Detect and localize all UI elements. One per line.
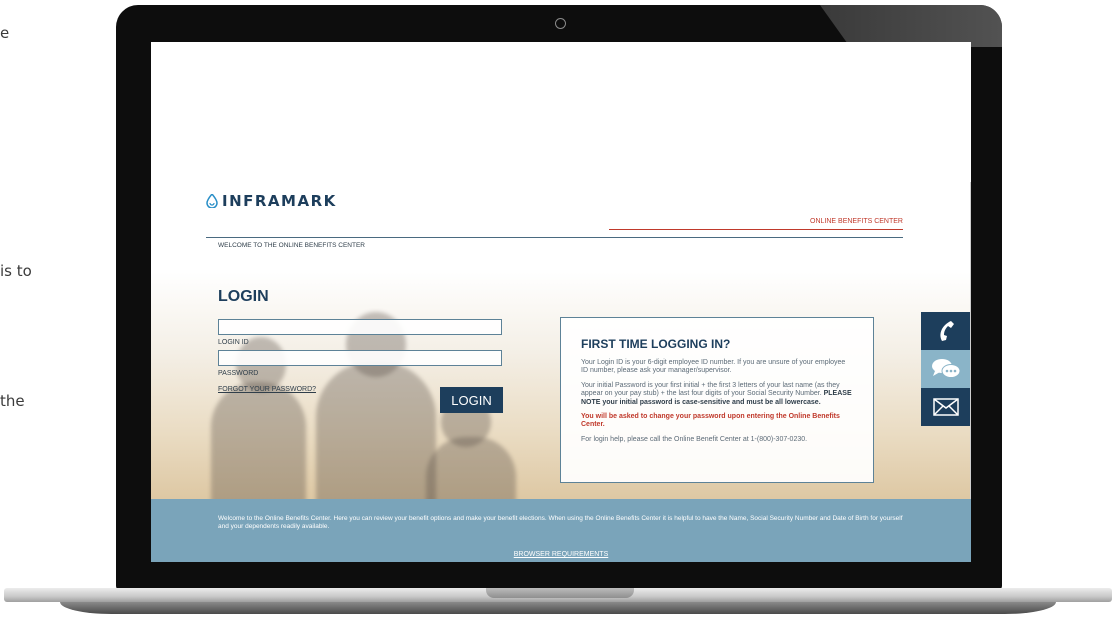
inframark-logo: INFRAMARK bbox=[206, 192, 337, 210]
password-label: PASSWORD bbox=[218, 370, 259, 377]
laptop-lid: INFRAMARK ONLINE BENEFITS CENTER WELCOME… bbox=[116, 5, 1002, 590]
first-time-title: FIRST TIME LOGGING IN? bbox=[581, 337, 731, 351]
divider bbox=[206, 237, 903, 238]
camera-icon bbox=[555, 18, 566, 29]
password-help: Your initial Password is your first init… bbox=[581, 382, 853, 407]
footer: Welcome to the Online Benefits Center. H… bbox=[151, 499, 971, 562]
login-id-input[interactable] bbox=[218, 319, 502, 335]
lid-glare bbox=[820, 5, 1002, 47]
laptop-base bbox=[0, 588, 1116, 626]
online-benefits-center-link[interactable]: ONLINE BENEFITS CENTER bbox=[810, 218, 903, 225]
trackpad-notch bbox=[486, 588, 634, 598]
side-text-fragment: e bbox=[0, 24, 10, 42]
password-input[interactable] bbox=[218, 350, 502, 366]
side-text-fragment: the bbox=[0, 392, 25, 410]
email-button[interactable] bbox=[921, 388, 971, 426]
login-id-label: LOGIN ID bbox=[218, 339, 249, 346]
login-button[interactable]: LOGIN bbox=[440, 387, 503, 413]
first-time-login-panel: FIRST TIME LOGGING IN? Your Login ID is … bbox=[560, 317, 874, 483]
welcome-heading: WELCOME TO THE ONLINE BENEFITS CENTER bbox=[218, 242, 365, 249]
screen: INFRAMARK ONLINE BENEFITS CENTER WELCOME… bbox=[151, 42, 971, 562]
footer-welcome-text: Welcome to the Online Benefits Center. H… bbox=[218, 515, 903, 531]
divider bbox=[609, 229, 903, 230]
chat-button[interactable] bbox=[921, 350, 971, 388]
side-text-fragment: is to bbox=[0, 262, 32, 280]
password-help-text: Your initial Password is your first init… bbox=[581, 381, 840, 398]
login-help-phone: For login help, please call the Online B… bbox=[581, 435, 808, 443]
change-password-notice: You will be asked to change your passwor… bbox=[581, 412, 840, 429]
brand-name: INFRAMARK bbox=[222, 192, 337, 210]
mail-icon bbox=[933, 398, 959, 416]
phone-button[interactable] bbox=[921, 312, 971, 350]
water-drop-icon bbox=[206, 194, 218, 208]
login-title: LOGIN bbox=[218, 288, 269, 305]
phone-icon bbox=[940, 321, 954, 341]
chat-icon bbox=[932, 359, 961, 378]
login-id-help: Your Login ID is your 6-digit employee I… bbox=[581, 359, 846, 375]
forgot-password-link[interactable]: FORGOT YOUR PASSWORD? bbox=[218, 386, 316, 393]
browser-requirements-link[interactable]: BROWSER REQUIREMENTS bbox=[151, 551, 971, 558]
